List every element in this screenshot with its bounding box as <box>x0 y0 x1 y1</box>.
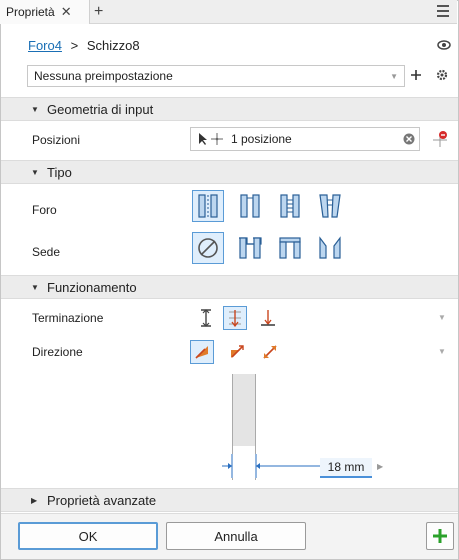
spotface-icon[interactable] <box>274 232 306 264</box>
section-behavior-label: Funzionamento <box>47 279 137 295</box>
positions-label: Posizioni <box>32 133 81 147</box>
clearance-hole-icon[interactable] <box>234 190 266 222</box>
diameter-dimension <box>222 454 322 478</box>
positions-value: 1 posizione <box>231 132 292 146</box>
point-constraint-icon[interactable] <box>430 128 450 148</box>
close-icon[interactable]: ✕ <box>61 4 72 20</box>
expand-triangle-icon: ▶ <box>31 496 38 505</box>
breadcrumb: Foro4 > Schizzo8 <box>28 38 140 53</box>
diameter-input[interactable]: 18 mm <box>320 458 372 478</box>
hole-type-label: Foro <box>32 203 57 217</box>
new-tab-button[interactable]: + <box>94 3 103 21</box>
collapse-triangle-icon: ▼ <box>31 168 39 177</box>
direction-label: Direzione <box>32 345 83 359</box>
preset-select-value: Nessuna preimpostazione <box>34 69 173 83</box>
simple-hole-icon[interactable] <box>192 190 224 222</box>
ok-button[interactable]: OK <box>18 522 158 550</box>
breadcrumb-separator: > <box>70 38 79 53</box>
section-advanced[interactable]: ▶ Proprietà avanzate <box>1 488 458 512</box>
breadcrumb-sketch: Schizzo8 <box>86 38 140 53</box>
section-behavior[interactable]: ▼ Funzionamento <box>1 275 458 299</box>
section-input-geometry[interactable]: ▼ Geometria di input <box>1 97 458 121</box>
chevron-right-icon[interactable]: ▶ <box>377 462 383 471</box>
collapse-triangle-icon: ▼ <box>31 105 39 114</box>
tab-properties[interactable]: Proprietà ✕ <box>0 0 90 24</box>
chevron-down-icon[interactable]: ▼ <box>438 313 446 322</box>
termination-label: Terminazione <box>32 311 104 325</box>
counterbore-icon[interactable] <box>234 232 266 264</box>
section-type[interactable]: ▼ Tipo <box>1 160 458 184</box>
taper-tapped-hole-icon[interactable] <box>314 190 346 222</box>
direction-symmetric-icon[interactable] <box>258 340 282 364</box>
eye-icon[interactable] <box>437 40 451 50</box>
breadcrumb-feature-link[interactable]: Foro4 <box>28 38 62 53</box>
direction-default-icon[interactable] <box>190 340 214 364</box>
section-input-geometry-label: Geometria di input <box>47 101 154 117</box>
gear-icon[interactable] <box>435 68 449 82</box>
section-advanced-label: Proprietà avanzate <box>47 492 157 508</box>
tab-properties-label: Proprietà <box>6 5 55 19</box>
through-all-termination-icon[interactable] <box>223 306 247 330</box>
preset-select[interactable]: Nessuna preimpostazione ▼ <box>27 65 405 87</box>
countersink-icon[interactable] <box>314 232 346 264</box>
tapped-hole-icon[interactable] <box>274 190 306 222</box>
select-cursor-icon <box>199 133 223 145</box>
section-type-label: Tipo <box>47 164 72 180</box>
menu-icon[interactable] <box>437 5 449 20</box>
to-termination-icon[interactable] <box>256 306 280 330</box>
chevron-down-icon[interactable]: ▼ <box>438 347 446 356</box>
panel-titlebar: Proprietà ✕ + <box>0 0 457 24</box>
apply-add-button[interactable] <box>426 522 454 550</box>
cancel-button[interactable]: Annulla <box>166 522 306 550</box>
seat-type-label: Sede <box>32 245 61 259</box>
add-preset-icon[interactable] <box>410 69 422 81</box>
collapse-triangle-icon: ▼ <box>31 283 39 292</box>
distance-termination-icon[interactable] <box>194 306 218 330</box>
positions-field[interactable]: 1 posizione <box>190 127 420 151</box>
clear-icon[interactable] <box>403 133 415 145</box>
chevron-down-icon: ▼ <box>390 72 398 81</box>
plus-icon <box>433 529 447 543</box>
no-seat-icon[interactable] <box>192 232 224 264</box>
direction-flipped-icon[interactable] <box>225 340 249 364</box>
